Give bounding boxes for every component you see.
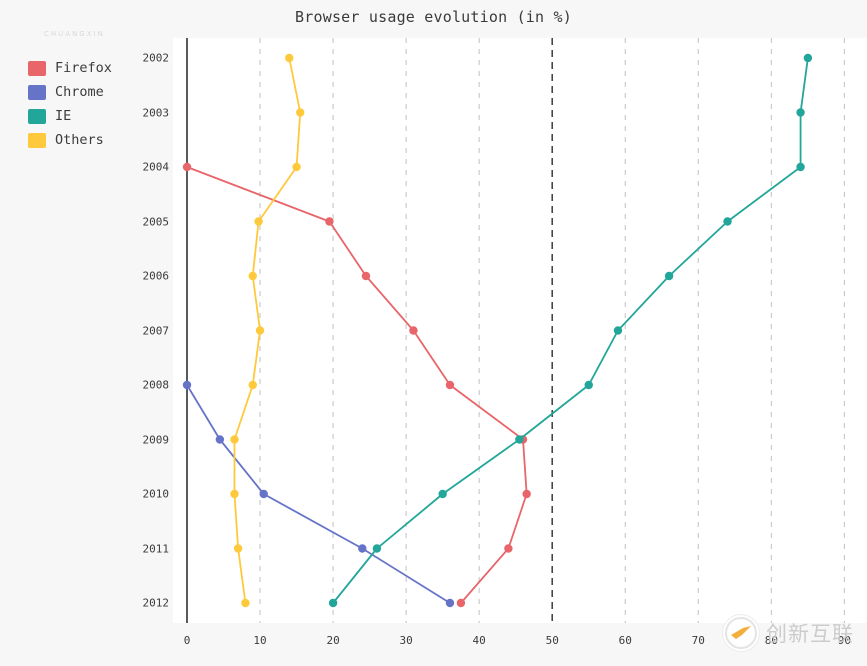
x-axis-tick-10: 10 [253,634,267,647]
data-point-ie [796,108,805,117]
x-axis-tick-80: 80 [764,634,778,647]
data-point-chrome [215,435,225,444]
data-point-ie [796,162,805,172]
legend-swatch-icon [28,84,46,100]
x-axis-tick-20: 20 [326,634,340,647]
data-point-chrome [259,489,268,499]
data-point-others [285,53,294,63]
data-point-ie [515,435,524,444]
x-axis-tick-labels: 0 10 20 30 40 50 60 70 80 90 [173,634,867,654]
legend-item-label: Others [55,132,104,148]
data-point-ie [664,271,674,281]
data-point-firefox [325,217,334,226]
chart-title: Browser usage evolution (in %) [295,8,572,26]
y-axis-tick-2005: 2005 [142,215,170,228]
legend-swatch-icon [28,108,46,124]
data-point-ie [372,544,382,553]
data-point-chrome [182,380,192,390]
data-point-firefox [182,162,192,172]
y-axis-tick-2007: 2007 [142,324,170,337]
data-point-firefox [522,489,531,499]
data-point-others [230,489,239,499]
legend-item-label: Chrome [55,84,104,100]
legend-item-label: IE [55,108,72,124]
data-point-firefox [504,544,513,553]
y-axis-tick-labels: 2002 2003 2004 2005 2006 2007 2008 2009 2010 2011… [125,38,170,623]
data-point-others [241,598,250,608]
x-axis-tick-40: 40 [472,634,486,647]
y-axis-tick-2002: 2002 [142,51,170,65]
y-axis-tick-2006: 2006 [142,269,170,283]
x-axis-tick-50: 50 [545,634,559,647]
series-line-chrome [186,384,451,604]
data-point-others [230,435,239,444]
data-point-ie [584,380,593,390]
legend-swatch-icon [28,60,46,76]
series-line-ie [332,57,809,604]
x-axis-tick-30: 30 [399,634,413,647]
x-axis-tick-90: 90 [837,634,852,647]
legend-item-label: Firefox [55,60,112,76]
y-axis-tick-2010: 2010 [142,487,170,501]
data-point-ie [723,217,732,226]
data-point-others [233,544,243,553]
data-point-chrome [358,544,367,553]
data-point-others [248,271,257,281]
chart-root: Browser usage evolution (in %) Firefox Ch… [0,0,867,666]
plot-svg [182,38,845,623]
data-point-ie [438,489,447,499]
data-point-firefox [445,380,455,390]
data-point-firefox [456,598,466,608]
data-point-others [296,108,305,117]
data-point-others [255,326,265,335]
data-point-firefox [409,326,418,335]
y-axis-tick-2008: 2008 [142,378,170,392]
data-point-firefox [361,271,371,281]
data-point-ie [803,53,813,63]
y-axis-tick-2009: 2009 [142,433,170,446]
data-point-chrome [445,598,455,608]
y-axis-tick-2003: 2003 [142,106,170,119]
y-axis-tick-2011: 2011 [142,542,170,555]
watermark-subtext: CHUANGXIN [44,30,105,38]
x-axis-tick-70: 70 [691,634,705,647]
data-point-others [254,217,263,226]
x-axis-tick-0: 0 [183,634,191,647]
legend-swatch-icon [28,132,46,148]
data-point-ie [613,326,623,335]
data-point-others [248,380,257,390]
data-point-ie [328,598,338,608]
plot-area [173,38,867,623]
series-line-others [233,57,302,604]
x-axis-tick-60: 60 [618,634,632,647]
y-axis-tick-2004: 2004 [142,160,170,174]
data-point-others [292,162,301,172]
y-axis-tick-2012: 2012 [142,596,170,610]
